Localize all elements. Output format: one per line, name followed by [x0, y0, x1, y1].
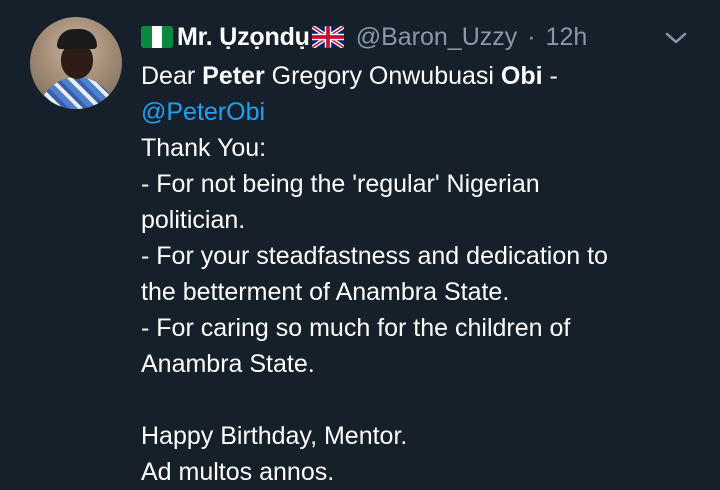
separator-dot: ·: [527, 22, 536, 51]
greeting-bold-first: Peter: [202, 62, 265, 90]
greeting-middle: Gregory Onwubuasi: [264, 62, 501, 90]
avatar-shirt: [38, 77, 116, 109]
text-line: Thank You:: [141, 134, 267, 162]
text-line: the betterment of Anambra State.: [141, 278, 510, 306]
greeting-bold-last: Obi: [500, 62, 543, 90]
avatar-cap: [57, 29, 97, 49]
display-name[interactable]: Mr. Ụzọndụ: [177, 23, 310, 52]
mention-link[interactable]: @PeterObi: [141, 94, 701, 130]
greeting-text: Dear: [141, 62, 203, 90]
timestamp[interactable]: 12h: [546, 23, 588, 52]
text-line: - For not being the 'regular' Nigerian: [141, 170, 540, 198]
text-line: - For your steadfastness and dedication …: [141, 242, 608, 270]
tweet-text: Dear Peter Gregory Onwubuasi Obi - @Pete…: [141, 58, 701, 490]
greeting-line: Dear Peter Gregory Onwubuasi Obi -: [141, 58, 701, 94]
text-line: politician.: [141, 206, 246, 234]
tweet[interactable]: Mr. Ụzọndụ @Baron_Uzzy · 12h Dear Peter …: [0, 0, 720, 486]
chevron-down-icon[interactable]: [664, 28, 688, 48]
text-line: Ad multos annos.: [141, 458, 335, 486]
tweet-header: Mr. Ụzọndụ @Baron_Uzzy · 12h: [141, 20, 587, 54]
text-line: Anambra State.: [141, 350, 315, 378]
text-line: Happy Birthday, Mentor.: [141, 422, 408, 450]
avatar[interactable]: [30, 17, 122, 109]
uk-flag-icon: [311, 26, 344, 48]
text-line: - For caring so much for the children of: [141, 314, 571, 342]
user-handle[interactable]: @Baron_Uzzy: [356, 23, 518, 52]
nigeria-flag-icon: [141, 26, 173, 48]
greeting-dash: -: [542, 62, 558, 90]
